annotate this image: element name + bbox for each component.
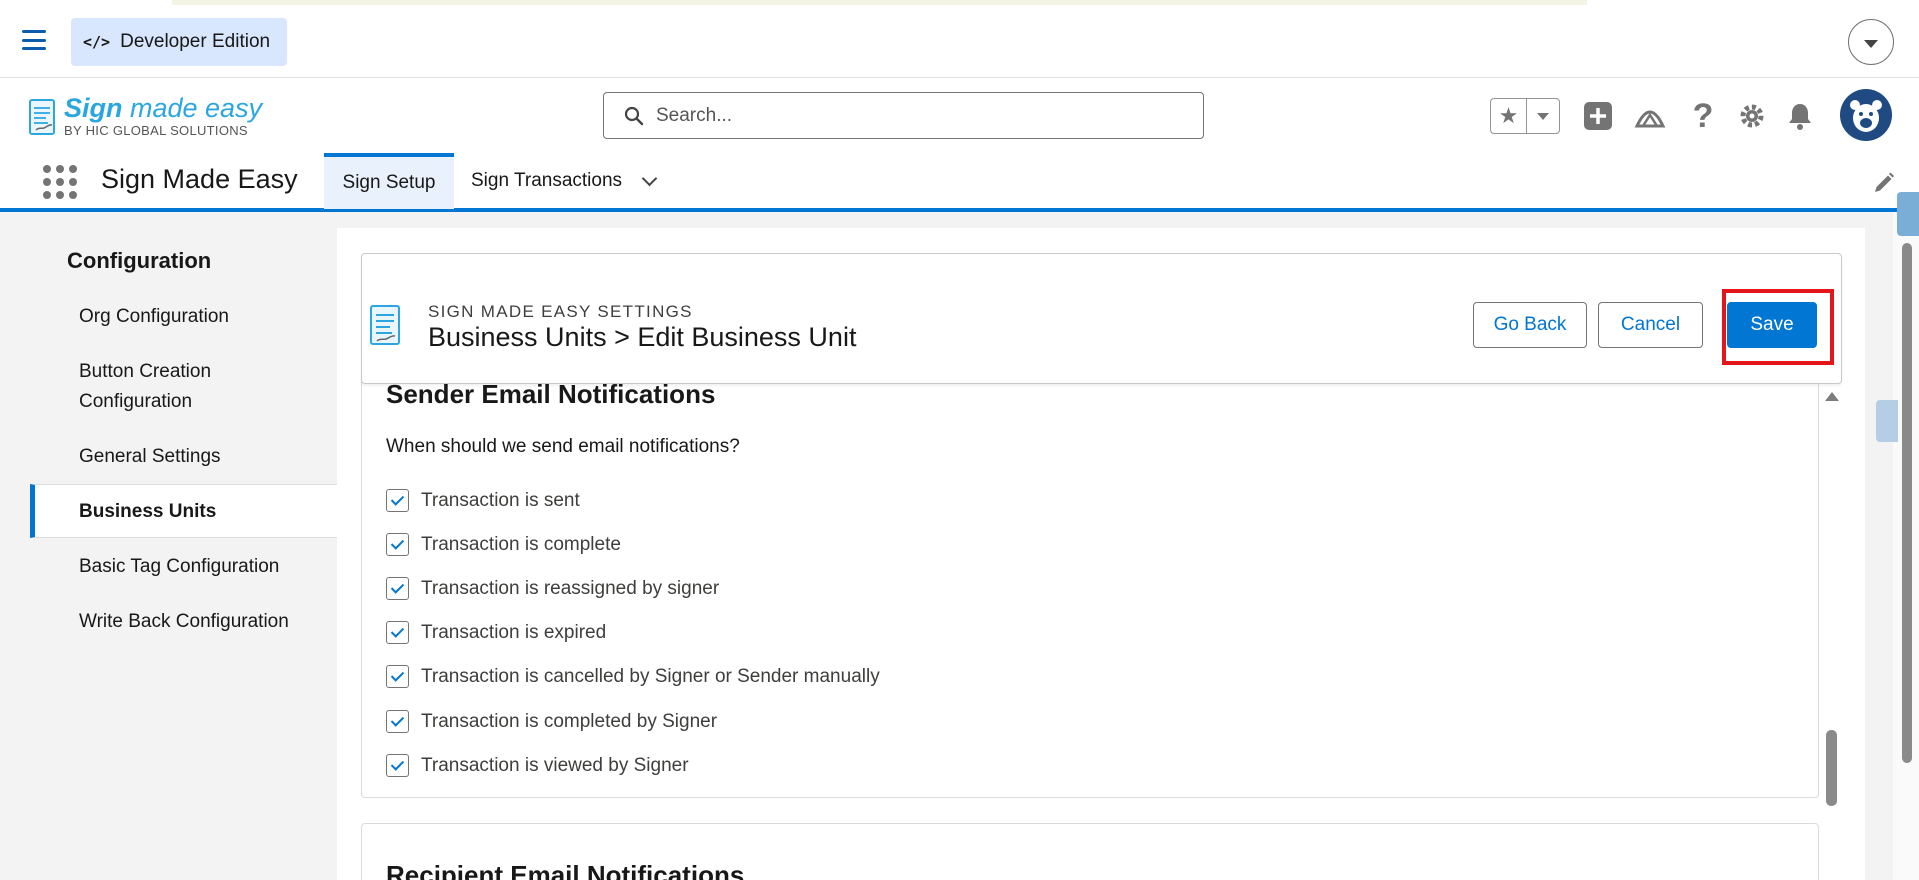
trailhead-icon[interactable] [1632,98,1668,134]
checkbox[interactable] [386,710,409,733]
setup-gear-icon[interactable] [1734,98,1770,134]
checkbox[interactable] [386,665,409,688]
page-eyebrow: SIGN MADE EASY SETTINGS [428,302,693,321]
checkbox-label: Transaction is complete [421,533,621,555]
sidebar-item-label: Write Back Configuration [79,611,289,632]
search-input[interactable] [656,104,1176,127]
code-icon: </> [83,33,111,51]
checkbox[interactable] [386,533,409,556]
search-icon [624,106,644,125]
hamburger-icon[interactable] [22,30,46,50]
checkbox-label: Transaction is completed by Signer [421,710,718,732]
checkbox-label: Transaction is viewed by Signer [421,754,689,776]
chevron-down-icon[interactable] [641,170,658,186]
checkbox-label: Transaction is cancelled by Signer or Se… [421,665,880,687]
global-search[interactable] [603,92,1204,139]
sidebar-item-org-configuration[interactable]: Org Configuration [30,302,337,332]
sidebar-item-business-units[interactable]: Business Units [30,484,337,538]
go-back-button[interactable]: Go Back [1473,302,1587,348]
checkbox[interactable] [386,489,409,512]
sidebar-item-label: General Settings [79,446,221,467]
developer-edition-badge[interactable]: </> Developer Edition [71,18,287,66]
chevron-down-icon[interactable] [1848,19,1894,65]
checkbox-label: Transaction is expired [421,621,607,643]
avatar[interactable] [1840,89,1892,141]
top-accent-line [172,0,1587,5]
recipient-section-title: Recipient Email Notifications [386,860,745,880]
notification-question: When should we send email notifications? [386,436,740,457]
tab-sign-setup[interactable]: Sign Setup [324,153,454,209]
button-label: Cancel [1620,314,1681,335]
tab-label: Sign Setup [342,172,436,193]
favorites-button[interactable]: ★ [1490,98,1560,134]
sidebar-item-general-settings[interactable]: General Settings [30,442,337,472]
checkbox[interactable] [386,577,409,600]
developer-edition-label: Developer Edition [120,31,271,52]
checkbox-transaction-expired[interactable]: Transaction is expired [386,621,606,644]
checkbox-label: Transaction is sent [421,489,580,511]
star-icon[interactable]: ★ [1491,99,1527,133]
bell-icon[interactable] [1782,98,1818,134]
inner-scrollbar[interactable] [1825,392,1839,806]
sidebar-item-write-back-configuration[interactable]: Write Back Configuration [30,607,337,637]
button-label: Go Back [1493,314,1567,335]
side-panel-toggle[interactable] [1876,400,1898,442]
cancel-button[interactable]: Cancel [1598,302,1703,348]
checkbox-transaction-complete[interactable]: Transaction is complete [386,533,621,556]
sidebar-item-label: Basic Tag Configuration [79,556,280,577]
app-name: Sign Made Easy [101,164,298,194]
document-logo-icon [29,98,55,135]
scroll-thumb[interactable] [1826,730,1837,806]
sidebar-item-label: Org Configuration [79,306,229,327]
logo-subtitle: BY HIC GLOBAL SOLUTIONS [64,123,248,138]
side-panel-handle[interactable] [1897,192,1919,236]
tab-label: Sign Transactions [471,170,623,191]
checkbox[interactable] [386,621,409,644]
favorites-dropdown-icon[interactable] [1527,99,1559,133]
sidebar-item-basic-tag-configuration[interactable]: Basic Tag Configuration [30,552,337,582]
app-logo[interactable]: Sign made easy BY HIC GLOBAL SOLUTIONS [28,95,262,138]
page-title: Business Units > Edit Business Unit [428,322,857,352]
save-highlight-box [1722,289,1834,365]
page-scrollbar[interactable] [1902,243,1912,763]
sidebar-item-label: Button Creation Configuration [79,361,212,412]
sidebar-item-label: Business Units [79,501,217,522]
document-icon [370,305,400,345]
checkbox-transaction-viewed[interactable]: Transaction is viewed by Signer [386,754,689,777]
logo-wordmark: Sign made easy [64,93,263,123]
checkbox[interactable] [386,754,409,777]
add-icon[interactable] [1580,98,1616,134]
checkbox-transaction-sent[interactable]: Transaction is sent [386,489,580,512]
checkbox-transaction-reassigned[interactable]: Transaction is reassigned by signer [386,577,719,600]
configuration-sidebar: Configuration Org Configuration Button C… [30,228,337,651]
sidebar-heading: Configuration [67,248,212,273]
developer-bar [0,0,1919,78]
tab-sign-transactions[interactable]: Sign Transactions [471,153,658,209]
sidebar-item-button-creation[interactable]: Button Creation Configuration [30,357,337,417]
scroll-up-icon[interactable] [1825,392,1839,401]
checkbox-transaction-completed-by-signer[interactable]: Transaction is completed by Signer [386,710,717,733]
app-launcher-icon[interactable] [43,165,77,199]
checkbox-label: Transaction is reassigned by signer [421,577,720,599]
edit-pencil-icon[interactable] [1872,171,1896,195]
checkbox-transaction-cancelled[interactable]: Transaction is cancelled by Signer or Se… [386,665,880,688]
help-icon[interactable]: ? [1685,97,1721,135]
